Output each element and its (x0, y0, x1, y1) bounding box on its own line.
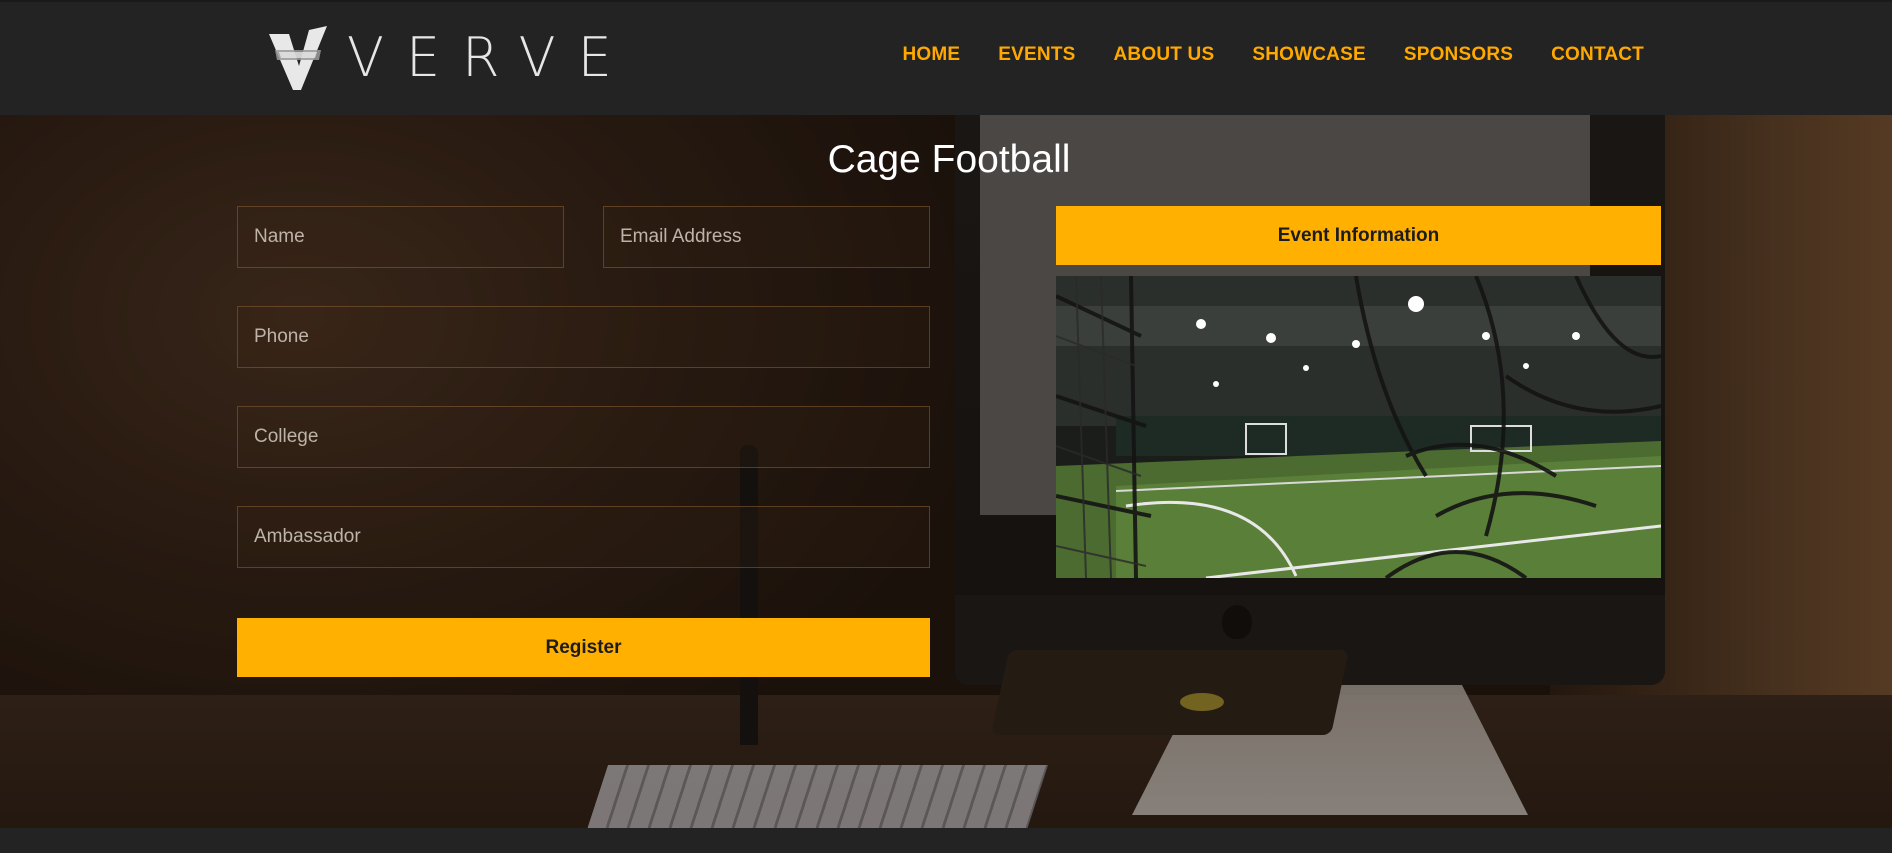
footer-strip (0, 828, 1892, 853)
email-input[interactable] (603, 206, 930, 268)
ambassador-input[interactable] (237, 506, 930, 568)
phone-input[interactable] (237, 306, 930, 368)
hero-section: Cage Football Register Event Information (0, 115, 1892, 828)
nav-about-us[interactable]: ABOUT US (1114, 44, 1215, 66)
soccer-cage-illustration (1056, 276, 1661, 578)
logo-wordmark: VERVE (347, 26, 634, 89)
college-input[interactable] (237, 406, 930, 468)
name-input[interactable] (237, 206, 564, 268)
soccer-cage-photo (1056, 276, 1661, 578)
site-header: VERVE HOME EVENTS ABOUT US SHOWCASE SPON… (0, 0, 1892, 115)
nav-home[interactable]: HOME (902, 44, 960, 66)
nav-contact[interactable]: CONTACT (1551, 44, 1644, 66)
page-title: Cage Football (827, 138, 1071, 181)
verve-logo-icon (265, 24, 333, 92)
nav-events[interactable]: EVENTS (998, 44, 1075, 66)
site-logo[interactable]: VERVE (265, 24, 634, 92)
nav-showcase[interactable]: SHOWCASE (1252, 44, 1366, 66)
nav-sponsors[interactable]: SPONSORS (1404, 44, 1513, 66)
main-nav: HOME EVENTS ABOUT US SHOWCASE SPONSORS C… (864, 44, 1644, 66)
register-button[interactable]: Register (237, 618, 930, 677)
event-information-button[interactable]: Event Information (1056, 206, 1661, 265)
